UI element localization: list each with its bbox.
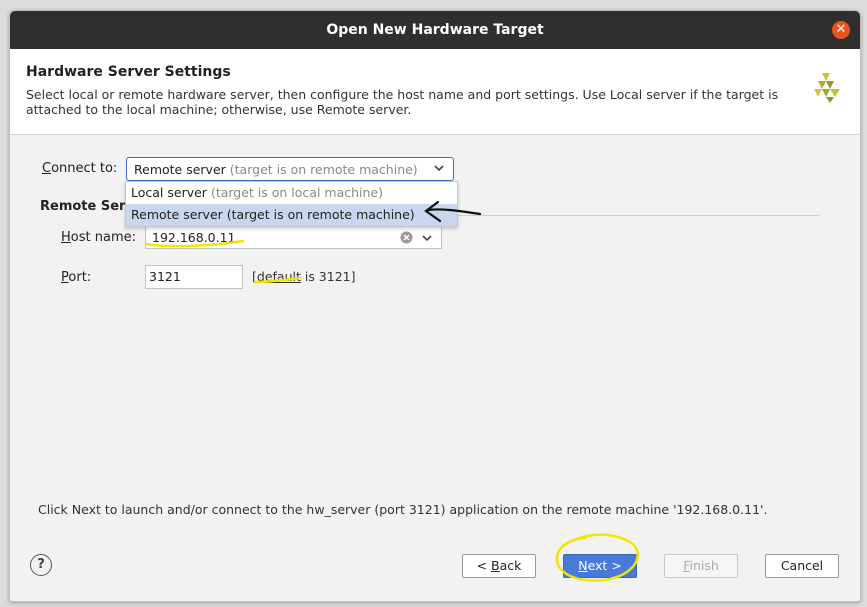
connect-selected-hint: (target is on remote machine) [229,161,418,177]
title-bar: Open New Hardware Target ✕ [10,11,860,49]
connect-label: Connect to: [42,161,118,176]
back-button[interactable]: < Back [462,554,536,578]
option-local-main: Local server [131,185,207,200]
port-label: Port: [61,270,92,285]
dialog-header: Hardware Server Settings Select local or… [10,49,860,135]
host-name-value: 192.168.0.11 [152,230,236,245]
cancel-button[interactable]: Cancel [765,554,839,578]
page-title: Hardware Server Settings [26,64,231,80]
connect-selected-main: Remote server [134,161,226,177]
option-remote-main: Remote server [131,207,223,222]
connect-dropdown-list: Local server (target is on local machine… [125,181,458,227]
xilinx-logo-icon [814,73,840,103]
window-title: Open New Hardware Target [326,22,544,38]
next-button[interactable]: Next > [563,554,637,578]
host-name-label: Host name: [61,230,136,245]
option-remote-hint: (target is on remote machine) [226,207,415,222]
port-input[interactable]: 3121 [145,265,243,289]
chevron-down-icon[interactable] [433,162,445,174]
connect-to-select[interactable]: Remote server (target is on remote machi… [126,157,454,181]
port-value: 3121 [149,269,181,284]
option-remote-server[interactable]: Remote server (target is on remote machi… [126,204,457,226]
option-local-hint: (target is on local machine) [210,185,383,200]
chevron-down-icon[interactable] [421,232,433,244]
clear-icon[interactable] [400,231,413,244]
host-name-input[interactable]: 192.168.0.11 [145,226,442,249]
help-icon[interactable]: ? [30,554,52,576]
option-local-server[interactable]: Local server (target is on local machine… [126,182,457,204]
page-description: Select local or remote hardware server, … [26,87,779,117]
status-message: Click Next to launch and/or connect to t… [38,502,768,517]
dialog-window: Open New Hardware Target ✕ Hardware Serv… [9,10,861,602]
dialog-content: Connect to: Remote server (target is on … [10,135,860,535]
port-default-hint: [default is 3121] [252,269,356,284]
close-icon[interactable]: ✕ [832,21,850,39]
remote-section-title: Remote Serv [40,199,134,214]
finish-button[interactable]: Finish [664,554,738,578]
